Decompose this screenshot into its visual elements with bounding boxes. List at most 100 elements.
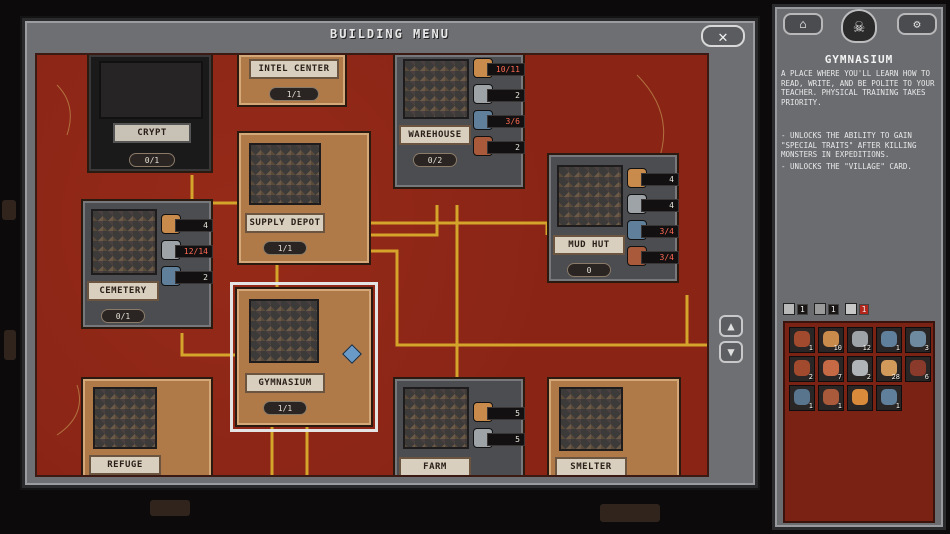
building-name: GYMNASIUM (245, 373, 325, 393)
building-effects: - UNLOCKS THE ABILITY TO GAIN "SPECIAL T… (781, 131, 939, 173)
metal-icon (881, 389, 897, 405)
building-name: REFUGE (89, 455, 161, 475)
building-info-panel: ⌂ ☠ ⚙ GYMNASIUM A PLACE WHERE YOU'LL LEA… (772, 4, 946, 530)
inventory-slot[interactable]: 12 (847, 327, 873, 353)
building-icon (783, 303, 795, 315)
close-button[interactable]: ✕ (701, 25, 745, 47)
inventory-slot[interactable]: 1 (876, 327, 902, 353)
building-tree-board[interactable]: CRYPT 0/1 INTEL CENTER 1/1 WAREHOUSE 0/2… (35, 53, 709, 477)
background-rubble (150, 500, 190, 516)
effect-line: - UNLOCKS THE ABILITY TO GAIN "SPECIAL T… (781, 131, 917, 159)
slot-quantity: 1 (895, 402, 900, 410)
building-count: 1/1 (263, 241, 307, 255)
slot-quantity: 12 (862, 344, 871, 352)
settings-button[interactable]: ⚙ (897, 13, 937, 35)
building-count: 0/1 (129, 153, 175, 167)
crypt-art (99, 61, 203, 119)
building-name: SMELTER (555, 457, 627, 475)
inventory-slot[interactable]: 1 (818, 385, 844, 411)
building-count: 0/1 (101, 309, 145, 323)
resource-cost-list: 10/11 2 3/6 2 (473, 57, 533, 161)
building-name: INTEL CENTER (249, 59, 339, 79)
inventory-slot[interactable]: 2 (847, 356, 873, 382)
slot-quantity: 1 (808, 344, 813, 352)
window-title: BUILDING MENU (330, 27, 450, 41)
building-name: FARM (399, 457, 471, 475)
metal-icon (881, 331, 897, 347)
background-rubble (4, 330, 16, 360)
building-card-crypt[interactable]: CRYPT 0/1 (87, 55, 213, 173)
sword-icon (813, 303, 826, 315)
chevron-down-icon: ▼ (727, 345, 735, 359)
building-count: 1/1 (263, 401, 307, 415)
inventory-slot[interactable]: 7 (818, 356, 844, 382)
camp-button[interactable]: ⌂ (783, 13, 823, 35)
background-rubble (2, 200, 16, 220)
building-description: A PLACE WHERE YOU'LL LEARN HOW TO READ, … (781, 69, 935, 107)
resource-cost: 2 (473, 135, 533, 157)
resource-cost: 12/14 (161, 239, 221, 261)
inventory-slot[interactable]: 2 (789, 356, 815, 382)
supply-depot-art (249, 143, 321, 205)
inventory-slot[interactable]: 6 (905, 356, 931, 382)
panel-toolbar: ⌂ ☠ ⚙ (779, 9, 939, 43)
inventory-slot[interactable]: 1 (789, 385, 815, 411)
building-card-warehouse[interactable]: WAREHOUSE 0/2 10/11 2 3/6 2 (393, 55, 525, 189)
stone-icon (852, 360, 868, 376)
building-menu-window: BUILDING MENU ✕ CRYPT 0/1 INTEL CENTER 1… (22, 18, 758, 488)
building-name: MUD HUT (553, 235, 625, 255)
gear-icon: ⚙ (913, 17, 921, 31)
cemetery-art (91, 209, 157, 275)
scroll-controls: ▲ ▼ (717, 53, 747, 477)
farm-art (403, 387, 469, 449)
resource-cost: 4 (161, 213, 221, 235)
slot-quantity: 1 (808, 402, 813, 410)
connector-line (367, 205, 439, 237)
gear-icon (910, 331, 926, 347)
inventory-slot[interactable]: 10 (818, 327, 844, 353)
inventory-slot[interactable] (847, 385, 873, 411)
building-card-mud-hut[interactable]: MUD HUT 0 4 4 3/4 3/4 (547, 153, 679, 283)
metal-icon (794, 389, 810, 405)
connector-line (180, 333, 242, 357)
skull-icon: ☠ (841, 9, 877, 43)
building-count: 0 (567, 263, 611, 277)
slot-quantity: 2 (866, 373, 871, 381)
slot-quantity: 3 (924, 344, 929, 352)
building-card-smelter[interactable]: SMELTER (547, 377, 681, 475)
inventory-chip: 1 (844, 303, 870, 315)
gymnasium-art (249, 299, 319, 363)
resource-cost: 4 (627, 167, 687, 189)
building-card-intel-center[interactable]: INTEL CENTER 1/1 (237, 55, 347, 107)
building-card-refuge[interactable]: REFUGE (81, 377, 213, 475)
building-card-farm[interactable]: FARM 5 5 (393, 377, 525, 475)
building-card-gymnasium[interactable]: GYMNASIUM 1/1 (230, 282, 378, 432)
orb-icon (910, 360, 926, 376)
inventory-slot[interactable]: 28 (876, 356, 902, 382)
grid-icon (844, 303, 857, 315)
inventory-slot[interactable]: 1 (789, 327, 815, 353)
orb-icon (852, 389, 868, 405)
inventory-slot[interactable]: 3 (905, 327, 931, 353)
scroll-up-button[interactable]: ▲ (719, 315, 743, 337)
building-card-cemetery[interactable]: CEMETERY 0/1 4 12/14 2 (81, 199, 213, 329)
building-count: 1/1 (269, 87, 319, 101)
resource-cost-list: 5 5 (473, 401, 533, 453)
scroll-down-button[interactable]: ▼ (719, 341, 743, 363)
resource-cost: 5 (473, 427, 533, 449)
slot-quantity: 1 (895, 344, 900, 352)
effect-line: - UNLOCKS THE "VILLAGE" CARD. (781, 161, 912, 171)
resource-cost: 3/6 (473, 109, 533, 131)
inventory-slot[interactable]: 1 (876, 385, 902, 411)
inventory-chip: 1 (813, 303, 839, 315)
slot-quantity: 28 (891, 373, 900, 381)
resource-cost: 2 (161, 265, 221, 287)
resource-inventory: 1 10 12 1 3 2 7 2 28 6 1 1 1 (783, 321, 935, 523)
selected-building-title: GYMNASIUM (824, 53, 894, 66)
chevron-up-icon: ▲ (727, 319, 735, 333)
flesh-icon (823, 389, 839, 405)
inventory-chip: 1 (783, 303, 808, 315)
slot-quantity: 10 (833, 344, 842, 352)
building-name: SUPPLY DEPOT (245, 213, 325, 233)
building-card-supply-depot[interactable]: SUPPLY DEPOT 1/1 (237, 131, 371, 265)
